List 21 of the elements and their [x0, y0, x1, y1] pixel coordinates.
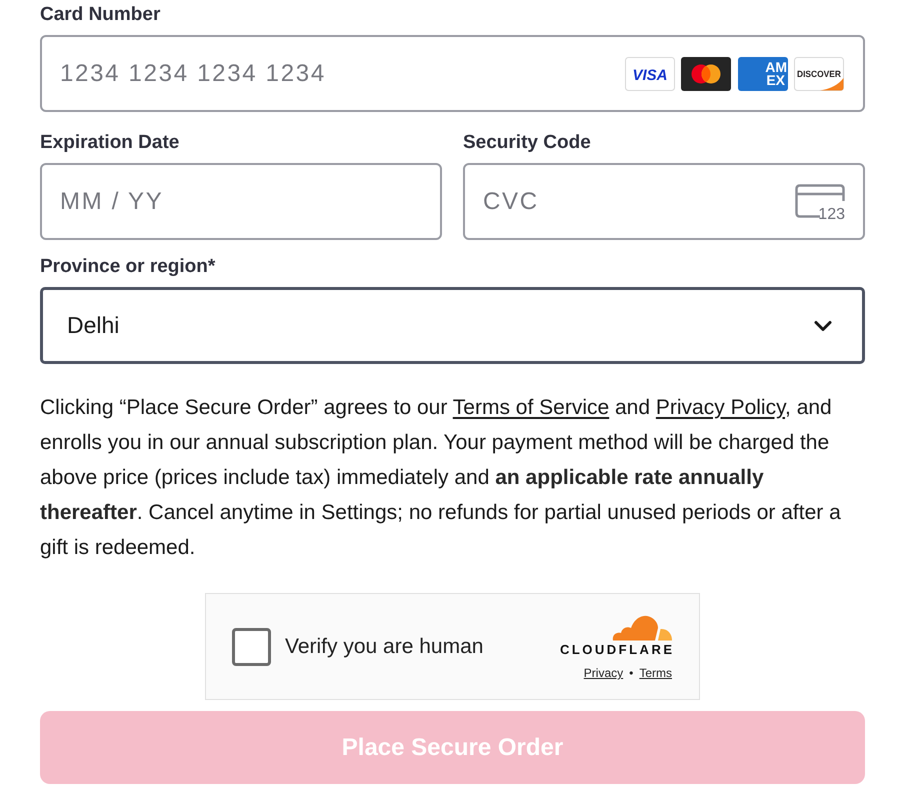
captcha-label: Verify you are human	[285, 634, 484, 658]
link-separator: •	[629, 666, 634, 680]
policy-link[interactable]: Privacy Policy	[656, 396, 786, 419]
card-brand-logo: DISCOVER	[794, 56, 844, 90]
footer-link[interactable]: Privacy	[584, 666, 624, 680]
cloud-logo-icon	[612, 613, 672, 641]
brand-wordmark: CLOUDFLARE	[560, 643, 674, 657]
field-label: Security Code	[463, 132, 592, 154]
chevron-down-icon	[814, 320, 832, 332]
terms-paragraph: Clicking “Place Secure Order” agrees to our Terms of Service and Privacy Policy, and enrolls you in our annual subscription plan. Your payment method will be charged the above price (prices include tax) immediately and an applicable rate annually thereafter. Cancel anytime in Settings; no refunds for partial unused periods or after a gift is redeemed.	[40, 395, 842, 561]
region-select[interactable]: Delhi	[40, 287, 865, 364]
field-label: Card Number	[40, 4, 162, 26]
card-brand-logo: AM EX	[738, 56, 788, 90]
card-brand-logo: VISA	[624, 56, 674, 90]
policy-link[interactable]: Terms of Service	[452, 396, 610, 419]
field-label: Province or region*	[40, 256, 216, 278]
expiration-date-input[interactable]: MM / YY	[40, 163, 442, 240]
field-label: Expiration Date	[40, 132, 180, 154]
overlapping-circles-logo-icon	[681, 56, 731, 90]
captcha-checkbox[interactable]	[232, 628, 271, 666]
footer-link[interactable]: Terms	[639, 666, 672, 680]
